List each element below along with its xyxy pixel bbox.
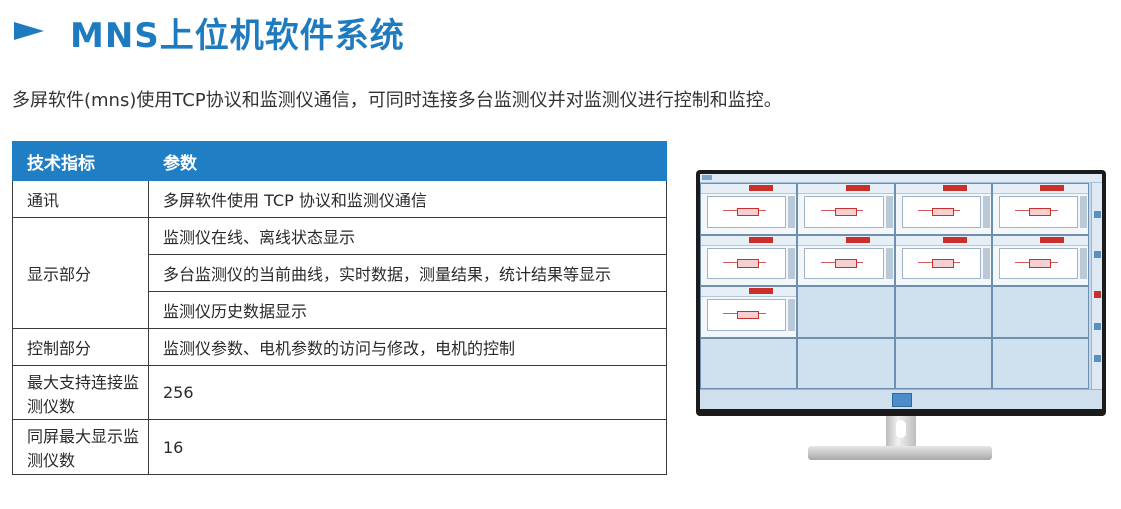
monitor-panel[interactable] bbox=[798, 184, 894, 234]
monitor-panel-grid bbox=[700, 183, 1089, 389]
panel-result-box bbox=[1029, 207, 1052, 217]
panel-side-tools bbox=[1080, 196, 1087, 228]
panel-curve-plot bbox=[804, 196, 884, 228]
monitor-panel[interactable] bbox=[895, 184, 991, 234]
toolbar-button-icon[interactable] bbox=[1094, 355, 1101, 362]
panel-side-tools bbox=[982, 247, 990, 279]
panel-header bbox=[895, 184, 991, 194]
intro-text: 多屏软件(mns)使用TCP协议和监测仪通信，可同时连接多台监测仪并对监测仪进行… bbox=[12, 90, 782, 111]
panel-curve-plot bbox=[804, 247, 884, 279]
app-logo bbox=[702, 175, 712, 180]
monitor-panel-empty[interactable] bbox=[701, 338, 797, 388]
monitor-panel-empty[interactable] bbox=[895, 287, 991, 337]
panel-status-badge bbox=[748, 236, 773, 243]
row-value: 监测仪历史数据显示 bbox=[148, 291, 667, 329]
monitor-panel[interactable] bbox=[992, 184, 1088, 234]
panel-side-tools bbox=[1080, 247, 1087, 279]
row-label: 最大支持连接监测仪数 bbox=[12, 365, 149, 420]
panel-side-tools bbox=[788, 196, 796, 228]
panel-status-badge bbox=[1040, 236, 1065, 243]
table-row: 通讯 多屏软件使用 TCP 协议和监测仪通信 bbox=[12, 180, 667, 218]
panel-status-badge bbox=[943, 236, 968, 243]
monitor-panel-empty[interactable] bbox=[798, 338, 894, 388]
panel-header bbox=[701, 287, 797, 297]
header-spec: 技术指标 bbox=[12, 141, 149, 181]
panel-curve-plot bbox=[901, 196, 981, 228]
exit-icon[interactable] bbox=[892, 393, 912, 407]
monitor-panel-empty[interactable] bbox=[895, 338, 991, 388]
row-value: 监测仪参数、电机参数的访问与修改，电机的控制 bbox=[148, 328, 667, 366]
panel-result-box bbox=[737, 310, 760, 320]
panel-header bbox=[798, 184, 894, 194]
monitor-panel[interactable] bbox=[701, 184, 797, 234]
panel-curve-plot bbox=[707, 299, 787, 331]
toolbar-button-icon[interactable] bbox=[1094, 211, 1101, 218]
monitor-stand-hole bbox=[896, 420, 906, 438]
panel-status-badge bbox=[943, 185, 968, 191]
panel-result-box bbox=[737, 259, 760, 268]
panel-header bbox=[992, 235, 1088, 246]
toolbar-button-icon[interactable] bbox=[1094, 291, 1101, 298]
panel-side-tools bbox=[788, 247, 796, 279]
monitor-panel[interactable] bbox=[701, 287, 797, 337]
panel-result-box bbox=[931, 207, 954, 217]
monitor-panel[interactable] bbox=[895, 235, 991, 285]
panel-status-badge bbox=[1040, 185, 1065, 191]
row-value: 多屏软件使用 TCP 协议和监测仪通信 bbox=[148, 180, 667, 218]
panel-side-tools bbox=[788, 299, 796, 331]
app-bottombar bbox=[700, 389, 1102, 409]
panel-status-badge bbox=[845, 185, 870, 191]
panel-header bbox=[701, 235, 797, 246]
panel-header bbox=[895, 235, 991, 246]
monitor-panel-empty[interactable] bbox=[798, 287, 894, 337]
row-label: 控制部分 bbox=[12, 328, 149, 366]
panel-status-badge bbox=[845, 236, 870, 243]
monitor-panel-empty[interactable] bbox=[992, 338, 1088, 388]
panel-side-tools bbox=[982, 196, 990, 228]
panel-curve-plot bbox=[707, 196, 787, 228]
panel-side-tools bbox=[885, 247, 893, 279]
monitor-panel-empty[interactable] bbox=[992, 287, 1088, 337]
panel-header bbox=[701, 184, 797, 194]
panel-curve-plot bbox=[998, 196, 1078, 228]
row-value: 多台监测仪的当前曲线，实时数据，测量结果，统计结果等显示 bbox=[148, 254, 667, 292]
row-value: 256 bbox=[148, 365, 667, 420]
row-value: 监测仪在线、离线状态显示 bbox=[148, 217, 667, 255]
monitor-panel[interactable] bbox=[992, 235, 1088, 285]
title-arrow-icon bbox=[14, 22, 44, 40]
table-row: 最大支持连接监测仪数 256 bbox=[12, 365, 667, 420]
panel-side-tools bbox=[885, 196, 893, 228]
panel-curve-plot bbox=[707, 247, 787, 279]
panel-status-badge bbox=[748, 185, 773, 191]
monitor-panel[interactable] bbox=[701, 235, 797, 285]
panel-curve-plot bbox=[998, 247, 1078, 279]
row-label: 同屏最大显示监测仪数 bbox=[12, 419, 149, 475]
page-title: MNS上位机软件系统 bbox=[70, 16, 405, 56]
panel-header bbox=[798, 235, 894, 246]
panel-header bbox=[992, 184, 1088, 194]
app-topbar bbox=[700, 174, 1102, 183]
row-label: 显示部分 bbox=[12, 217, 149, 329]
header-param: 参数 bbox=[148, 141, 667, 181]
monitor-panel[interactable] bbox=[798, 235, 894, 285]
table-row: 控制部分 监测仪参数、电机参数的访问与修改，电机的控制 bbox=[12, 328, 667, 366]
app-right-toolbar bbox=[1091, 183, 1102, 389]
table-header-row: 技术指标 参数 bbox=[12, 141, 667, 181]
toolbar-button-icon[interactable] bbox=[1094, 323, 1101, 330]
monitor-stand-base bbox=[808, 446, 992, 460]
row-label: 通讯 bbox=[12, 180, 149, 218]
panel-status-badge bbox=[748, 288, 773, 294]
panel-curve-plot bbox=[901, 247, 981, 279]
row-value: 16 bbox=[148, 419, 667, 475]
toolbar-button-icon[interactable] bbox=[1094, 251, 1101, 258]
panel-result-box bbox=[834, 259, 857, 268]
panel-result-box bbox=[1029, 259, 1052, 268]
table-row: 同屏最大显示监测仪数 16 bbox=[12, 419, 667, 475]
spec-table: 技术指标 参数 通讯 多屏软件使用 TCP 协议和监测仪通信 显示部分 监测仪在… bbox=[12, 141, 667, 475]
panel-result-box bbox=[737, 207, 760, 217]
panel-result-box bbox=[931, 259, 954, 268]
table-row: 显示部分 监测仪在线、离线状态显示 bbox=[12, 217, 667, 329]
panel-result-box bbox=[834, 207, 857, 217]
monitor-screen bbox=[700, 174, 1102, 409]
